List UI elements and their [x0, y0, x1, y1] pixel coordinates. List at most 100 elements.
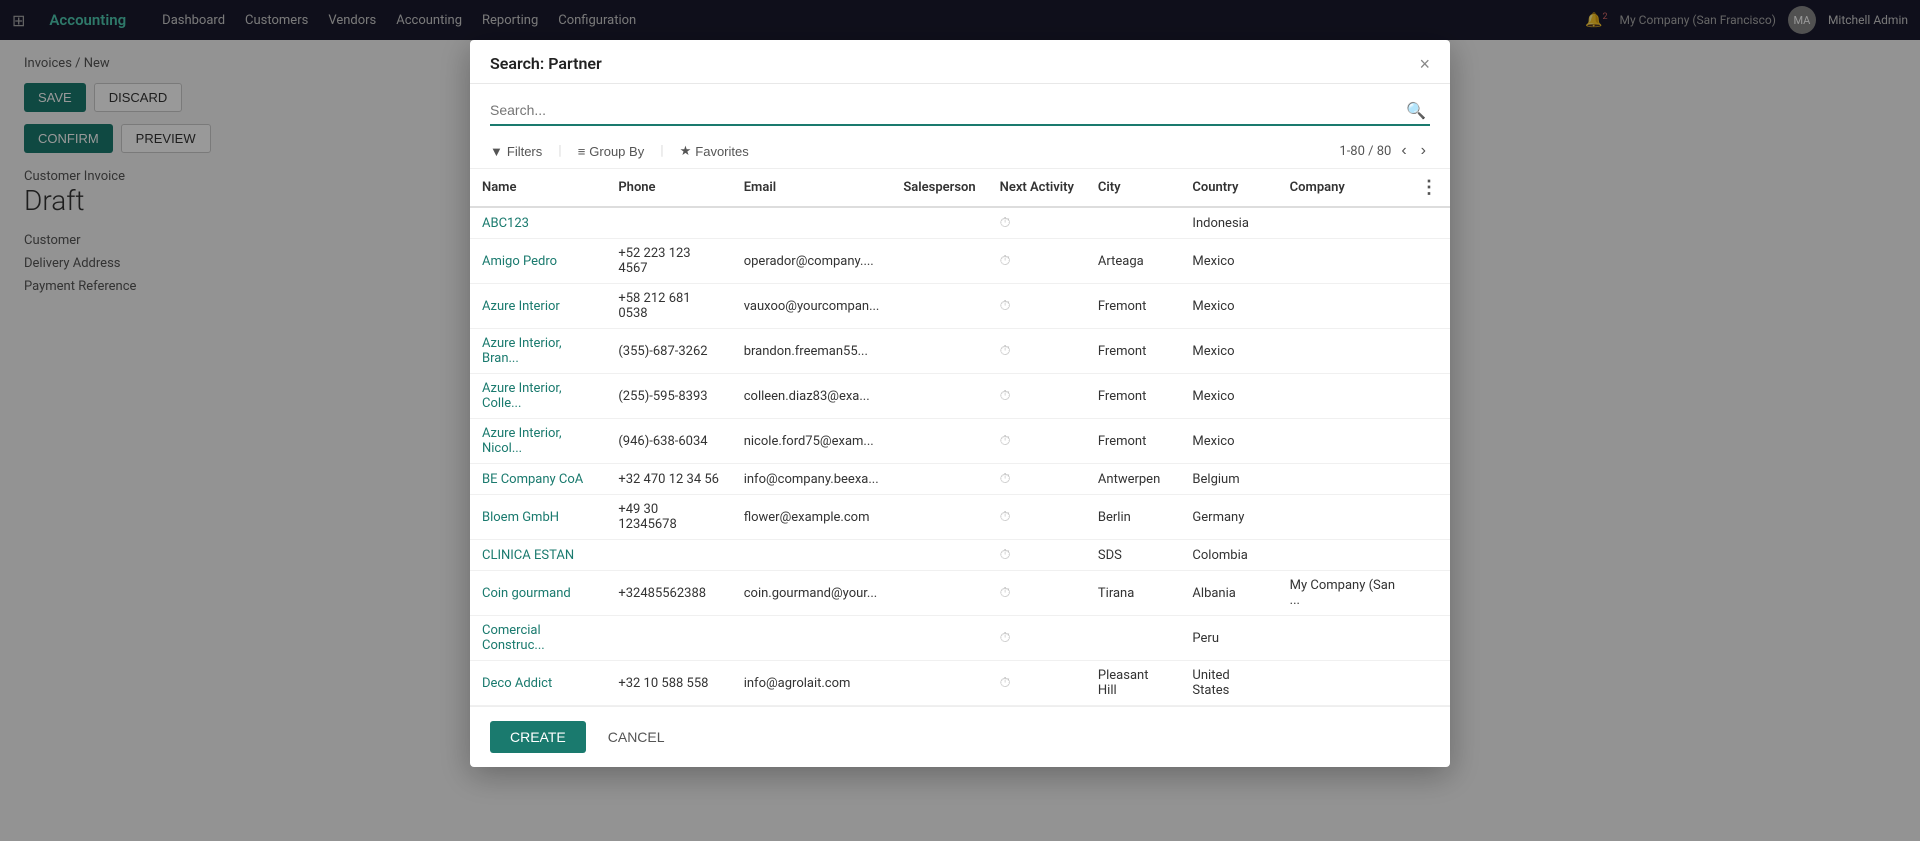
modal-close-button[interactable]: × [1419, 55, 1430, 73]
activity-icon: ⏱ [1000, 630, 1011, 646]
partner-table: Name Phone Email Salesperson Next Activi… [470, 169, 1450, 706]
pagination-text: 1-80 / 80 [1339, 144, 1391, 159]
search-input-wrap: 🔍 [490, 96, 1430, 126]
cell-email-9: coin.gourmand@your... [732, 571, 892, 616]
cell-name-7[interactable]: Bloem GmbH [470, 495, 606, 540]
cell-next_activity-5: ⏱ [988, 419, 1086, 464]
cell-options-11 [1408, 661, 1450, 706]
cell-options-10 [1408, 616, 1450, 661]
cell-name-10[interactable]: Comercial Construc... [470, 616, 606, 661]
cell-country-10: Peru [1180, 616, 1277, 661]
cell-options-9 [1408, 571, 1450, 616]
cell-phone-5: (946)-638-6034 [606, 419, 731, 464]
activity-icon: ⏱ [1000, 298, 1011, 314]
cell-next_activity-4: ⏱ [988, 374, 1086, 419]
table-wrap: Name Phone Email Salesperson Next Activi… [470, 169, 1450, 706]
cell-country-3: Mexico [1180, 329, 1277, 374]
cell-city-8: SDS [1086, 540, 1181, 571]
activity-icon: ⏱ [1000, 215, 1011, 231]
cell-name-6[interactable]: BE Company CoA [470, 464, 606, 495]
cell-phone-1: +52 223 123 4567 [606, 239, 731, 284]
col-header-name[interactable]: Name [470, 169, 606, 207]
cell-name-9[interactable]: Coin gourmand [470, 571, 606, 616]
cell-name-11[interactable]: Deco Addict [470, 661, 606, 706]
filter-icon: ▼ [490, 144, 503, 159]
cancel-button[interactable]: CANCEL [596, 721, 677, 753]
group-by-button[interactable]: ≡ Group By [578, 144, 645, 159]
filters-button[interactable]: ▼ Filters [490, 144, 542, 159]
activity-icon: ⏱ [1000, 388, 1011, 404]
cell-phone-6: +32 470 12 34 56 [606, 464, 731, 495]
modal-overlay: Search: Partner × 🔍 ▼ Filters | ≡ Group … [0, 0, 1920, 841]
cell-company-2 [1278, 284, 1408, 329]
next-page-button[interactable]: › [1417, 140, 1430, 162]
table-row: Coin gourmand+32485562388coin.gourmand@y… [470, 571, 1450, 616]
cell-country-5: Mexico [1180, 419, 1277, 464]
cell-city-11: Pleasant Hill [1086, 661, 1181, 706]
cell-name-5[interactable]: Azure Interior, Nicol... [470, 419, 606, 464]
cell-company-3 [1278, 329, 1408, 374]
favorites-button[interactable]: ★ Favorites [680, 143, 749, 159]
col-header-city[interactable]: City [1086, 169, 1181, 207]
cell-email-8 [732, 540, 892, 571]
cell-options-6 [1408, 464, 1450, 495]
group-by-label: Group By [589, 144, 644, 159]
cell-country-4: Mexico [1180, 374, 1277, 419]
col-header-email[interactable]: Email [732, 169, 892, 207]
cell-options-5 [1408, 419, 1450, 464]
cell-next_activity-10: ⏱ [988, 616, 1086, 661]
cell-city-3: Fremont [1086, 329, 1181, 374]
table-row: CLINICA ESTAN ⏱ SDSColombia [470, 540, 1450, 571]
cell-country-11: United States [1180, 661, 1277, 706]
cell-company-5 [1278, 419, 1408, 464]
cell-options-2 [1408, 284, 1450, 329]
col-header-salesperson[interactable]: Salesperson [891, 169, 987, 207]
cell-email-4: colleen.diaz83@exa... [732, 374, 892, 419]
col-header-country[interactable]: Country [1180, 169, 1277, 207]
list-icon: ≡ [578, 144, 586, 159]
cell-email-7: flower@example.com [732, 495, 892, 540]
cell-city-0 [1086, 207, 1181, 239]
cell-company-8 [1278, 540, 1408, 571]
activity-icon: ⏱ [1000, 343, 1011, 359]
search-input[interactable] [490, 96, 1430, 126]
cell-city-5: Fremont [1086, 419, 1181, 464]
table-row: Azure Interior+58 212 681 0538vauxoo@you… [470, 284, 1450, 329]
cell-phone-10 [606, 616, 731, 661]
activity-icon: ⏱ [1000, 547, 1011, 563]
col-header-company[interactable]: Company [1278, 169, 1408, 207]
cell-name-3[interactable]: Azure Interior, Bran... [470, 329, 606, 374]
cell-name-0[interactable]: ABC123 [470, 207, 606, 239]
col-header-phone[interactable]: Phone [606, 169, 731, 207]
prev-page-button[interactable]: ‹ [1397, 140, 1410, 162]
cell-phone-11: +32 10 588 558 [606, 661, 731, 706]
activity-icon: ⏱ [1000, 253, 1011, 269]
cell-phone-3: (355)-687-3262 [606, 329, 731, 374]
cell-company-10 [1278, 616, 1408, 661]
create-button[interactable]: CREATE [490, 721, 586, 753]
cell-name-1[interactable]: Amigo Pedro [470, 239, 606, 284]
cell-city-6: Antwerpen [1086, 464, 1181, 495]
cell-country-0: Indonesia [1180, 207, 1277, 239]
cell-name-8[interactable]: CLINICA ESTAN [470, 540, 606, 571]
cell-city-4: Fremont [1086, 374, 1181, 419]
col-header-next-activity[interactable]: Next Activity [988, 169, 1086, 207]
cell-next_activity-9: ⏱ [988, 571, 1086, 616]
cell-email-5: nicole.ford75@exam... [732, 419, 892, 464]
search-button[interactable]: 🔍 [1406, 101, 1426, 121]
cell-company-7 [1278, 495, 1408, 540]
col-options-header[interactable]: ⋮ [1408, 169, 1450, 207]
table-row: Azure Interior, Colle...(255)-595-8393co… [470, 374, 1450, 419]
cell-company-1 [1278, 239, 1408, 284]
cell-city-2: Fremont [1086, 284, 1181, 329]
cell-name-2[interactable]: Azure Interior [470, 284, 606, 329]
cell-email-6: info@company.beexa... [732, 464, 892, 495]
cell-country-8: Colombia [1180, 540, 1277, 571]
cell-country-2: Mexico [1180, 284, 1277, 329]
cell-name-4[interactable]: Azure Interior, Colle... [470, 374, 606, 419]
cell-phone-4: (255)-595-8393 [606, 374, 731, 419]
cell-next_activity-1: ⏱ [988, 239, 1086, 284]
cell-next_activity-6: ⏱ [988, 464, 1086, 495]
cell-salesperson-8 [891, 540, 987, 571]
cell-email-11: info@agrolait.com [732, 661, 892, 706]
